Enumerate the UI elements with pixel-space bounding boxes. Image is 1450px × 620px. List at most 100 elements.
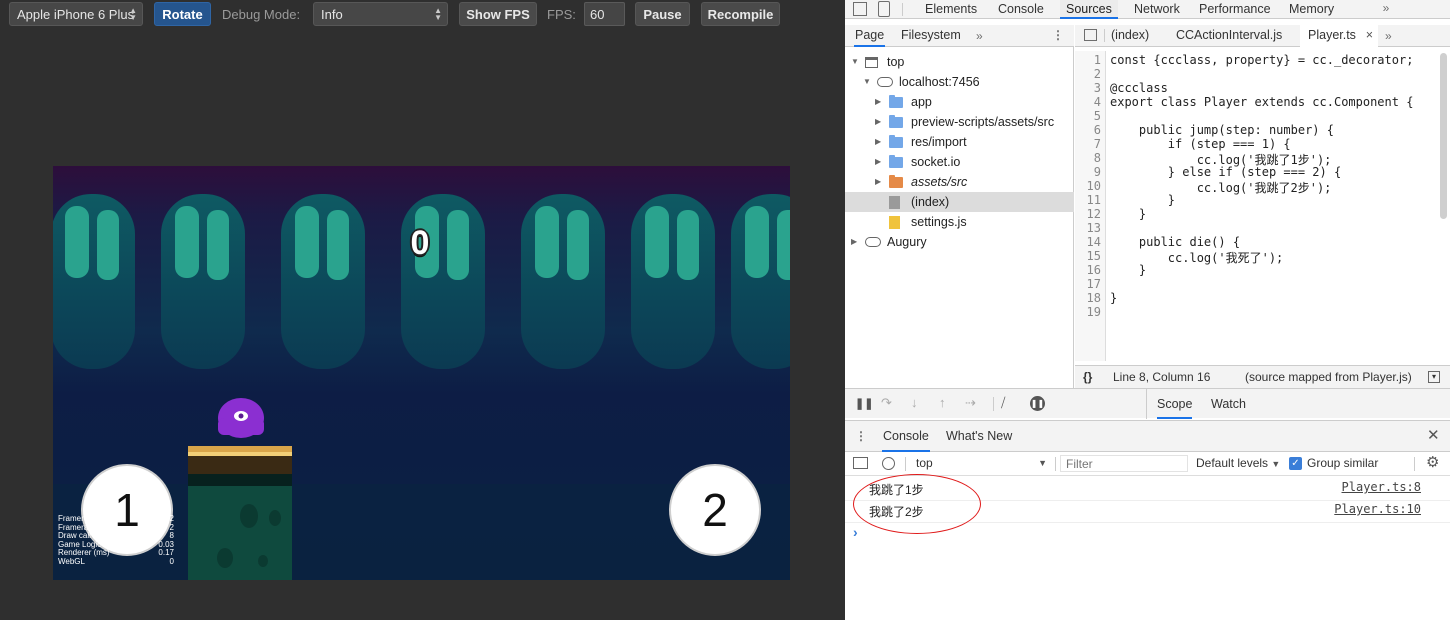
group-similar-checkbox[interactable]: ✓ bbox=[1289, 457, 1302, 470]
clear-console-icon[interactable] bbox=[882, 457, 895, 470]
context-select[interactable]: top ▼ bbox=[909, 454, 1051, 473]
console-sidebar-icon[interactable] bbox=[853, 457, 868, 469]
line-number[interactable]: 18 bbox=[1076, 291, 1101, 305]
line-number[interactable]: 13 bbox=[1076, 221, 1101, 235]
line-number[interactable]: 11 bbox=[1076, 193, 1101, 207]
step-over-icon[interactable]: ↷ bbox=[881, 396, 892, 410]
line-number[interactable]: 1 bbox=[1076, 53, 1101, 67]
line-number[interactable]: 19 bbox=[1076, 305, 1101, 319]
tab-whats-new[interactable]: What's New bbox=[946, 421, 1012, 452]
line-number[interactable]: 10 bbox=[1076, 179, 1101, 193]
device-select[interactable]: Apple iPhone 6 Plus ▲ ▼ bbox=[9, 2, 143, 26]
tree-item[interactable]: settings.js bbox=[845, 212, 1074, 232]
collapsed-arrow-icon[interactable]: ▶ bbox=[875, 152, 881, 172]
line-number[interactable]: 6 bbox=[1076, 123, 1101, 137]
toolbar-separator bbox=[993, 397, 994, 411]
levels-select[interactable]: Default levels ▼ bbox=[1196, 454, 1280, 473]
pause-icon[interactable]: ❚❚ bbox=[855, 397, 873, 411]
step-out-icon[interactable]: ↑ bbox=[939, 396, 946, 410]
recompile-button[interactable]: Recompile bbox=[701, 2, 780, 26]
step-into-icon[interactable]: ↓ bbox=[911, 396, 918, 410]
collapsed-arrow-icon[interactable]: ▶ bbox=[875, 132, 881, 152]
drawer-toggle-icon[interactable]: ▾ bbox=[1428, 371, 1440, 383]
tab-memory[interactable]: Memory bbox=[1283, 0, 1340, 19]
tree-item[interactable]: ▶ res/import bbox=[845, 132, 1074, 152]
tree-item[interactable]: ▶ assets/src bbox=[845, 172, 1074, 192]
tree-item-label: preview-scripts/assets/src bbox=[911, 115, 1055, 129]
tree-item[interactable]: ▶ preview-scripts/assets/src bbox=[845, 112, 1074, 132]
game-canvas[interactable]: 0 1 2 Framerat 2 Framerat 2 Draw call 8 Game L… bbox=[53, 166, 790, 580]
more-options-icon[interactable]: ⋮ bbox=[855, 429, 867, 443]
line-number[interactable]: 9 bbox=[1076, 165, 1101, 179]
tree-item[interactable]: ▶ app bbox=[845, 92, 1074, 112]
code-editor: (index) CCActionInterval.js Player.ts × … bbox=[1075, 25, 1450, 388]
tab-network[interactable]: Network bbox=[1128, 0, 1186, 19]
line-number[interactable]: 14 bbox=[1076, 235, 1101, 249]
line-number[interactable]: 2 bbox=[1076, 67, 1101, 81]
editor-scrollbar[interactable] bbox=[1440, 53, 1447, 219]
line-number[interactable]: 3 bbox=[1076, 81, 1101, 95]
collapsed-arrow-icon[interactable]: ▶ bbox=[851, 232, 857, 252]
close-icon[interactable]: ✕ bbox=[1427, 428, 1440, 443]
fps-input[interactable]: 60 bbox=[584, 2, 625, 26]
line-number[interactable]: 15 bbox=[1076, 249, 1101, 263]
console-message-source-link[interactable]: Player.ts:10 bbox=[1334, 502, 1421, 516]
line-number[interactable]: 4 bbox=[1076, 95, 1101, 109]
debug-mode-select[interactable]: Info ▲ ▼ bbox=[313, 2, 448, 26]
device-toolbar-icon[interactable] bbox=[878, 1, 890, 17]
line-number[interactable]: 8 bbox=[1076, 151, 1101, 165]
tab-page[interactable]: Page bbox=[854, 25, 886, 47]
collapsed-arrow-icon[interactable]: ▶ bbox=[875, 112, 881, 132]
tree-item[interactable]: (index) bbox=[845, 192, 1074, 212]
stat-label: WebGL bbox=[58, 556, 85, 566]
show-fps-button[interactable]: Show FPS bbox=[459, 2, 537, 26]
expanded-arrow-icon[interactable]: ▼ bbox=[863, 72, 871, 92]
tab-scope[interactable]: Scope bbox=[1157, 389, 1193, 419]
toggle-navigator-icon[interactable] bbox=[1084, 29, 1097, 41]
pod-window bbox=[175, 206, 199, 278]
editor-tab-ccactioninterval[interactable]: CCActionInterval.js bbox=[1176, 25, 1282, 47]
line-number[interactable]: 12 bbox=[1076, 207, 1101, 221]
tab-watch[interactable]: Watch bbox=[1211, 389, 1246, 419]
line-number[interactable]: 5 bbox=[1076, 109, 1101, 123]
line-number[interactable]: 17 bbox=[1076, 277, 1101, 291]
tree-item[interactable]: ▶ Augury bbox=[845, 232, 1074, 252]
more-options-icon[interactable]: ⋮ bbox=[1052, 28, 1064, 42]
tree-item[interactable]: ▶ socket.io bbox=[845, 152, 1074, 172]
filter-input[interactable] bbox=[1060, 455, 1188, 472]
tab-sources[interactable]: Sources bbox=[1060, 0, 1118, 19]
inspect-element-icon[interactable] bbox=[853, 2, 867, 16]
close-icon[interactable]: × bbox=[1366, 25, 1373, 46]
pause-button[interactable]: Pause bbox=[635, 2, 690, 26]
pod-window bbox=[677, 210, 699, 280]
editor-tab-player[interactable]: Player.ts × bbox=[1300, 25, 1378, 47]
expanded-arrow-icon[interactable]: ▼ bbox=[851, 52, 859, 72]
tab-filesystem[interactable]: Filesystem bbox=[901, 25, 961, 47]
gear-icon[interactable]: ⚙ bbox=[1426, 455, 1439, 470]
tab-console[interactable]: Console bbox=[882, 421, 930, 452]
chevron-double-right-icon[interactable]: » bbox=[1385, 29, 1392, 43]
touch-button-2[interactable]: 2 bbox=[669, 464, 761, 556]
tab-performance[interactable]: Performance bbox=[1193, 0, 1277, 19]
collapsed-arrow-icon[interactable]: ▶ bbox=[875, 172, 881, 192]
console-message-source-link[interactable]: Player.ts:8 bbox=[1342, 480, 1421, 494]
step-icon[interactable]: ⇢ bbox=[965, 396, 976, 410]
console-prompt[interactable]: › bbox=[853, 524, 858, 540]
tab-console[interactable]: Console bbox=[992, 0, 1050, 19]
line-number[interactable]: 16 bbox=[1076, 263, 1101, 277]
rotate-button[interactable]: Rotate bbox=[154, 2, 211, 26]
collapsed-arrow-icon[interactable]: ▶ bbox=[875, 92, 881, 112]
tree-item[interactable]: ▼ localhost:7456 bbox=[845, 72, 1074, 92]
editor-tab-index[interactable]: (index) bbox=[1111, 25, 1149, 47]
deactivate-breakpoints-icon[interactable]: ⧸ bbox=[1001, 396, 1005, 410]
pretty-print-icon[interactable]: {} bbox=[1083, 366, 1092, 388]
tab-elements[interactable]: Elements bbox=[919, 0, 983, 19]
pod-window bbox=[447, 210, 469, 280]
source-map-info[interactable]: (source mapped from Player.js) bbox=[1245, 366, 1412, 388]
line-number[interactable]: 7 bbox=[1076, 137, 1101, 151]
chevron-double-right-icon[interactable]: » bbox=[1379, 1, 1393, 15]
pause-on-exceptions-icon[interactable]: ❚❚ bbox=[1030, 396, 1045, 411]
select-arrows-icon: ▲ ▼ bbox=[129, 6, 137, 22]
tree-item[interactable]: ▼ top bbox=[845, 52, 1074, 72]
chevron-double-right-icon[interactable]: » bbox=[976, 29, 983, 43]
